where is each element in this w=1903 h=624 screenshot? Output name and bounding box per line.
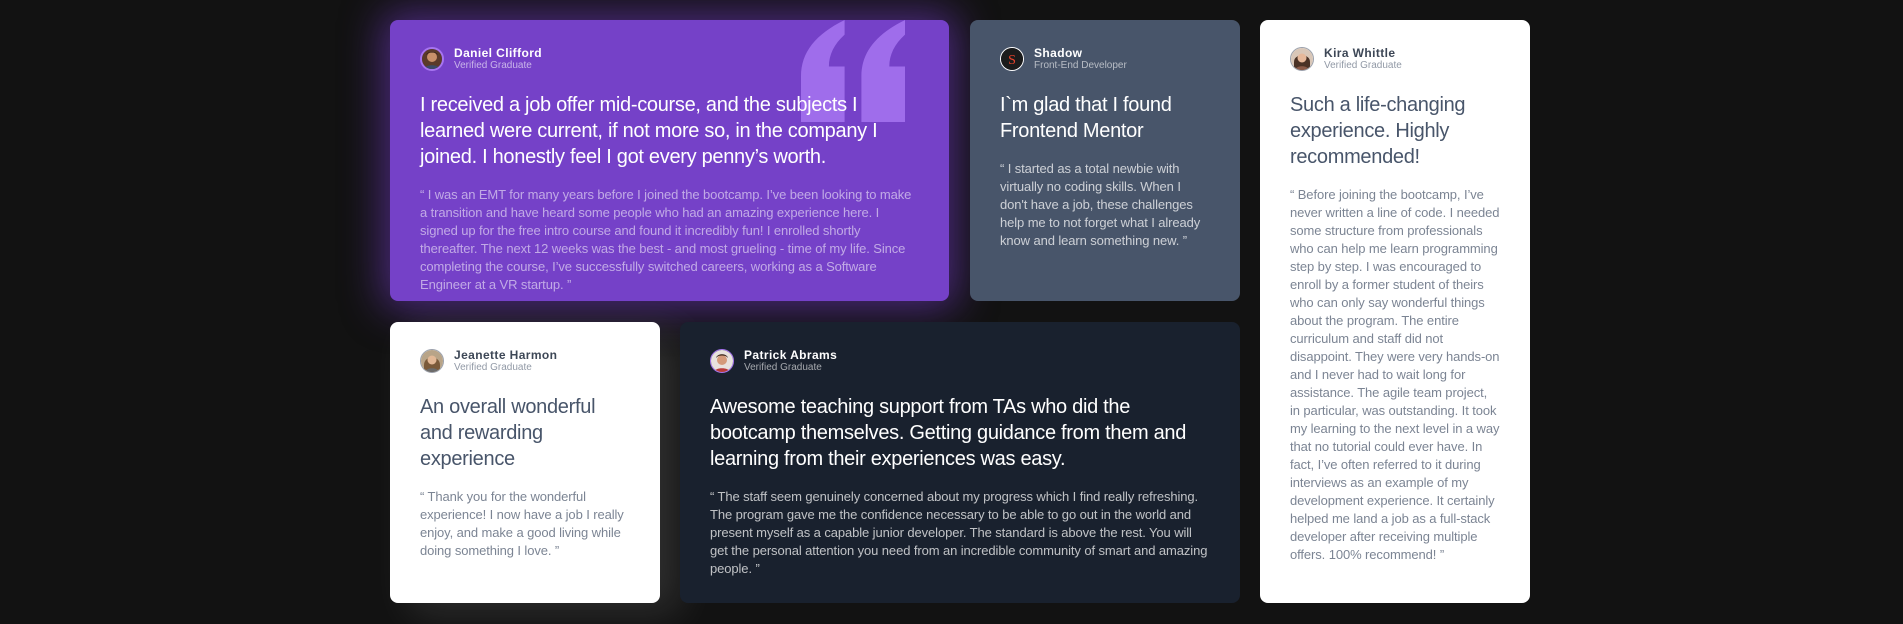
testimonial-quote: “ Before joining the bootcamp, I’ve neve… xyxy=(1290,187,1500,562)
author-names: Shadow Front-End Developer xyxy=(1034,46,1127,72)
testimonial-card-daniel: Daniel Clifford Verified Graduate I rece… xyxy=(390,20,949,301)
avatar xyxy=(420,349,444,373)
testimonial-headline: An overall wonderful and rewarding exper… xyxy=(420,396,596,470)
avatar xyxy=(420,47,444,71)
testimonial-quote: “ I was an EMT for many years before I j… xyxy=(420,187,912,292)
author-info: Kira Whittle Verified Graduate xyxy=(1290,44,1500,74)
svg-text:S: S xyxy=(1008,53,1016,68)
author-name: Daniel Clifford xyxy=(454,46,543,60)
testimonials-grid: Daniel Clifford Verified Graduate I rece… xyxy=(0,0,1903,624)
avatar-daniel xyxy=(422,49,442,69)
testimonial-headline: I received a job offer mid-course, and t… xyxy=(420,94,878,168)
author-role: Verified Graduate xyxy=(454,362,532,373)
author-role: Front-End Developer xyxy=(1034,60,1127,71)
author-name: Jeanette Harmon xyxy=(454,348,558,362)
testimonial-card-shadow: S Shadow Front-End Developer I`m glad th… xyxy=(970,20,1240,301)
avatar-jeanette xyxy=(421,350,443,372)
author-info: S Shadow Front-End Developer xyxy=(1000,44,1210,74)
testimonial-card-kira: Kira Whittle Verified Graduate Such a li… xyxy=(1260,20,1530,603)
testimonial-card-patrick: Patrick Abrams Verified Graduate Awesome… xyxy=(680,322,1240,603)
avatar xyxy=(710,349,734,373)
testimonial-quote: “ I started as a total newbie with virtu… xyxy=(1000,161,1201,248)
author-info: Jeanette Harmon Verified Graduate xyxy=(420,346,630,376)
avatar-shadow: S xyxy=(1001,48,1023,70)
testimonial-quote: “ The staff seem genuinely concerned abo… xyxy=(710,489,1208,576)
author-names: Patrick Abrams Verified Graduate xyxy=(744,348,837,374)
avatar xyxy=(1290,47,1314,71)
testimonial-card-jeanette: Jeanette Harmon Verified Graduate An ove… xyxy=(390,322,660,603)
testimonial-headline: I`m glad that I found Frontend Mentor xyxy=(1000,94,1172,142)
author-names: Kira Whittle Verified Graduate xyxy=(1324,46,1402,72)
author-names: Jeanette Harmon Verified Graduate xyxy=(454,348,557,374)
author-role: Verified Graduate xyxy=(1324,60,1402,71)
author-name: Patrick Abrams xyxy=(744,348,838,362)
author-name: Shadow xyxy=(1034,46,1083,60)
author-role: Verified Graduate xyxy=(454,60,532,71)
author-name: Kira Whittle xyxy=(1324,46,1396,60)
testimonial-quote: “ Thank you for the wonderful experience… xyxy=(420,489,624,558)
avatar-kira xyxy=(1291,48,1313,70)
author-info: Daniel Clifford Verified Graduate xyxy=(420,44,919,74)
avatar-patrick xyxy=(711,350,733,372)
testimonial-headline: Such a life-changing experience. Highly … xyxy=(1290,94,1466,168)
testimonial-headline: Awesome teaching support from TAs who di… xyxy=(710,396,1187,470)
author-role: Verified Graduate xyxy=(744,362,822,373)
avatar: S xyxy=(1000,47,1024,71)
author-names: Daniel Clifford Verified Graduate xyxy=(454,46,542,72)
author-info: Patrick Abrams Verified Graduate xyxy=(710,346,1210,376)
